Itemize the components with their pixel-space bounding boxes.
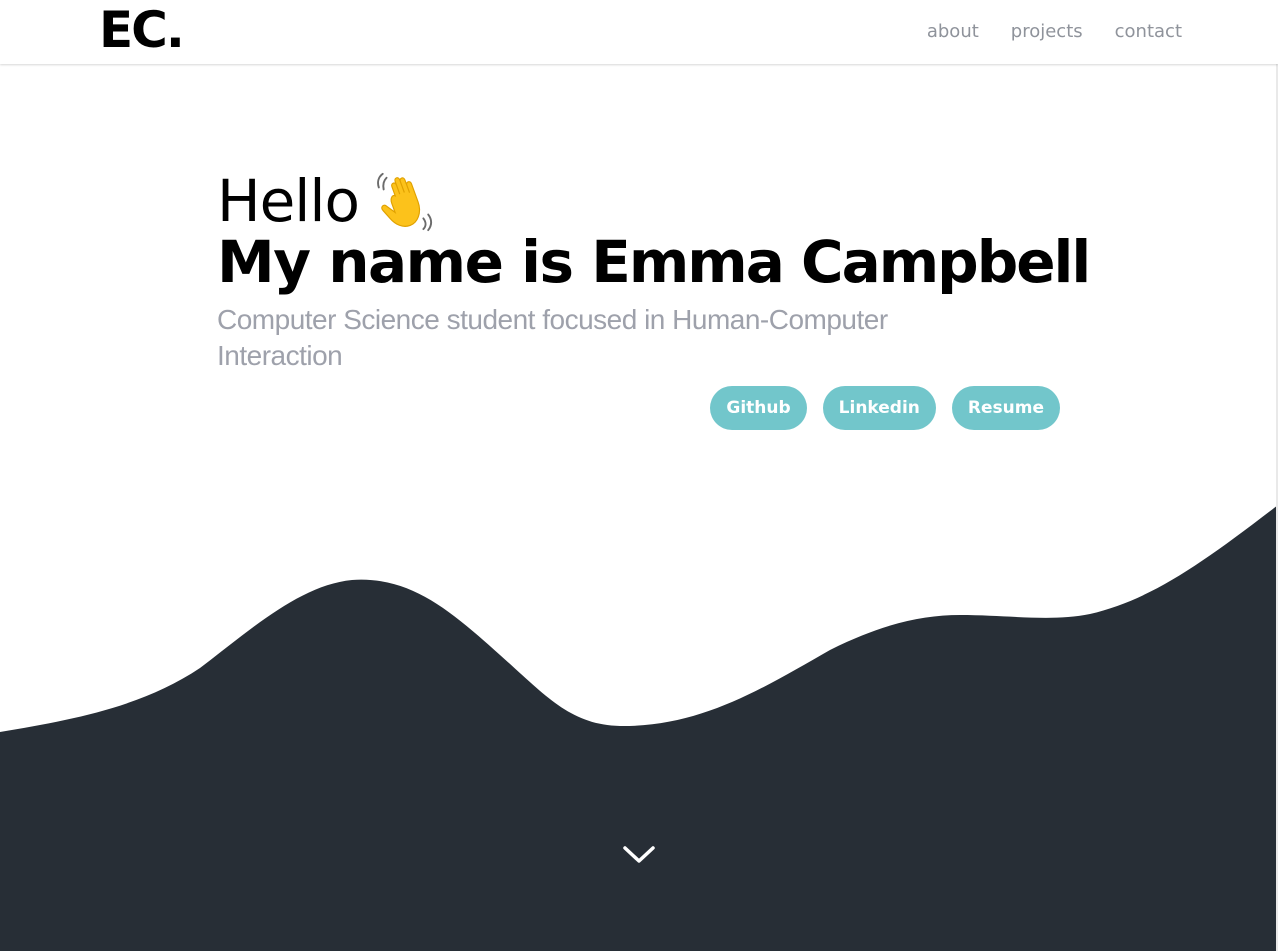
- hero-intro: My name is: [217, 228, 574, 296]
- nav-link-projects[interactable]: projects: [1011, 20, 1083, 44]
- nav-links: about projects contact: [927, 20, 1182, 44]
- profile-links: Github Linkedin Resume: [710, 386, 1060, 430]
- wave-background: [0, 505, 1278, 951]
- hero-section: Hello My name is Emma Campbell Computer …: [217, 170, 1091, 374]
- hero-greeting: Hello: [217, 167, 360, 235]
- chevron-down-icon[interactable]: [621, 842, 657, 868]
- github-button[interactable]: Github: [710, 386, 807, 430]
- logo[interactable]: EC.: [99, 2, 185, 58]
- linkedin-button[interactable]: Linkedin: [822, 386, 936, 430]
- nav-link-about[interactable]: about: [927, 20, 979, 44]
- navbar: EC. about projects contact: [0, 0, 1278, 64]
- page: EC. about projects contact Hello My name…: [0, 0, 1278, 951]
- waving-hand-icon: [373, 170, 435, 232]
- nav-link-contact[interactable]: contact: [1115, 20, 1182, 44]
- hero-greeting-line: Hello: [217, 170, 1077, 232]
- hero-intro-line: My name is Emma Campbell: [217, 232, 1091, 292]
- resume-button[interactable]: Resume: [951, 386, 1060, 430]
- hero-name: Emma Campbell: [591, 228, 1091, 296]
- hero-subtitle: Computer Science student focused in Huma…: [217, 304, 888, 371]
- dark-wave-shape: [0, 505, 1278, 951]
